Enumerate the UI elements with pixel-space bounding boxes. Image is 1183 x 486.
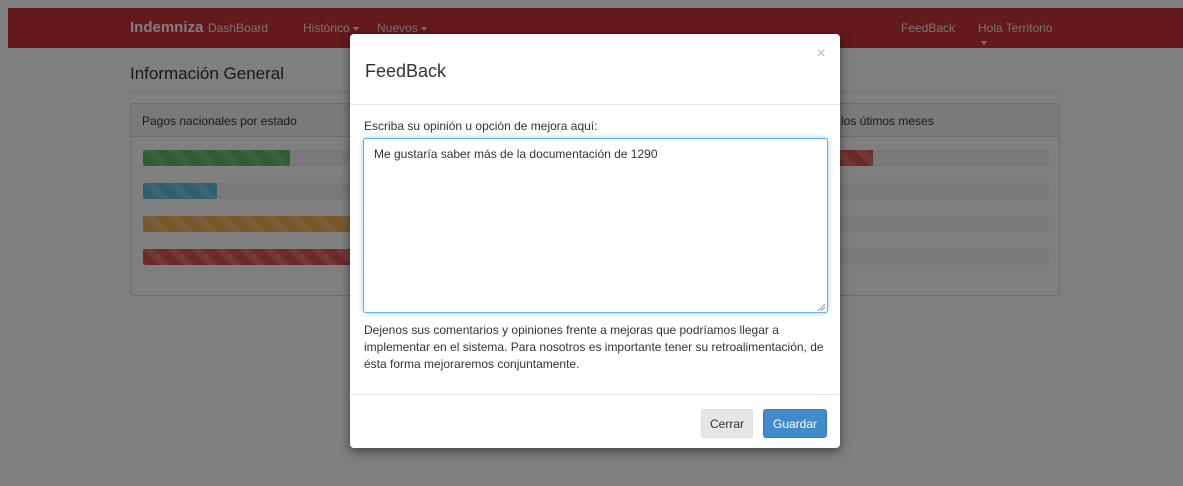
modal-title: FeedBack [365,61,447,81]
close-button[interactable]: Cerrar [701,409,753,438]
feedback-modal: FeedBack × Escriba su opinión u opción d… [350,34,840,448]
modal-footer: Cerrar Guardar [350,394,840,448]
feedback-field-label: Escriba su opinión u opción de mejora aq… [364,119,598,133]
close-icon[interactable]: × [817,45,826,63]
help-text: Dejenos sus comentarios y opiniones fren… [364,323,824,371]
resize-grip-icon[interactable] [816,302,826,312]
save-button[interactable]: Guardar [763,409,827,438]
modal-header: FeedBack × [350,34,840,105]
feedback-textarea[interactable]: Me gustaría saber más de la documentació… [363,138,828,313]
